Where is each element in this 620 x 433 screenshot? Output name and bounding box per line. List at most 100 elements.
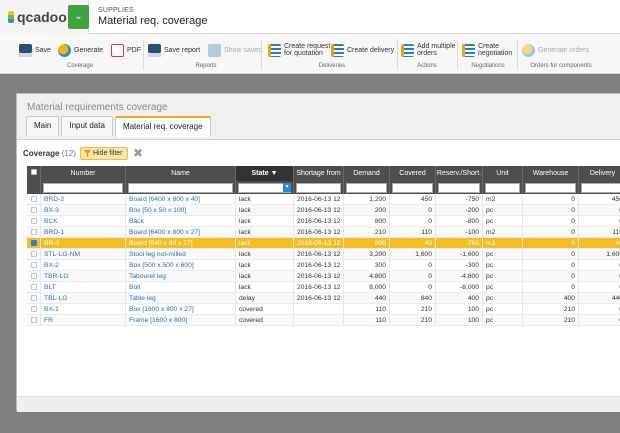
row-checkbox-cell[interactable] [27, 216, 41, 226]
row-number-link[interactable]: BRD-2 [41, 194, 126, 204]
row-name-link[interactable]: Board [6400 x 800 x 27] [126, 227, 236, 237]
table-row[interactable]: BX-1 Box [1600 x 800 x 27] covered 110 210 10… [27, 304, 620, 315]
row-checkbox[interactable] [30, 284, 37, 290]
row-number-link[interactable]: BX-1 [41, 304, 126, 314]
row-checkbox[interactable] [30, 273, 37, 279]
column-header-covered[interactable]: Covered [390, 166, 436, 181]
row-checkbox[interactable] [30, 251, 37, 257]
table-row[interactable]: TBL-LG Table leg delay 2016-06-13 12 440 840 4… [27, 293, 620, 304]
save-report-button[interactable]: Save report [148, 42, 200, 58]
row-checkbox-cell[interactable] [27, 238, 41, 248]
filter-number-input[interactable] [43, 183, 123, 193]
row-name-link[interactable]: Board [6400 x 800 x 40] [126, 194, 236, 204]
menu-toggle-button[interactable]: ⌄ [68, 5, 89, 29]
column-header-number[interactable]: Number [41, 166, 126, 181]
row-number-link[interactable]: TBR-LG [41, 271, 126, 281]
table-row[interactable]: BRD-1 Board [6400 x 800 x 27] lack 2016-06-… [27, 227, 620, 238]
select-all-cell[interactable] [27, 166, 41, 181]
row-checkbox[interactable] [30, 207, 37, 213]
table-row[interactable]: BR-3 Board [640 x 80 x 27] lack 2016-06-13 … [27, 238, 620, 249]
row-number-link[interactable]: FR [41, 315, 126, 325]
row-checkbox[interactable] [30, 295, 37, 301]
row-number-link[interactable]: BRD-1 [41, 227, 126, 237]
row-name-link[interactable]: Table leg [126, 293, 236, 303]
filter-covered-input[interactable] [392, 183, 433, 193]
row-checkbox-cell[interactable] [27, 304, 41, 314]
row-name-link[interactable]: Board [640 x 80 x 27] [126, 238, 236, 248]
row-number-link[interactable]: BCK [41, 216, 126, 226]
select-arrow-icon[interactable]: ▾ [283, 183, 291, 192]
table-row[interactable]: BX-2 Box [500 x 500 x 600] lack 2016-06-13 … [27, 260, 620, 271]
row-checkbox-cell[interactable] [27, 227, 41, 237]
row-checkbox-cell[interactable] [27, 293, 41, 303]
row-checkbox[interactable] [30, 240, 37, 246]
row-checkbox-cell[interactable] [27, 315, 41, 325]
row-checkbox-cell[interactable] [27, 271, 41, 281]
row-checkbox[interactable] [30, 196, 37, 202]
row-checkbox-cell[interactable] [27, 194, 41, 204]
row-name-link[interactable]: Tabouret leg [126, 271, 236, 281]
row-name-link[interactable]: Back [126, 216, 236, 226]
row-checkbox[interactable] [30, 218, 37, 224]
coverage-window: Material requirements coverage Main Inpu… [16, 93, 620, 412]
row-checkbox-cell[interactable] [27, 260, 41, 270]
filter-demand-input[interactable] [346, 183, 387, 193]
row-number-link[interactable]: BX-3 [41, 205, 126, 215]
column-header-warehouse[interactable]: Warehouse [523, 166, 579, 181]
filter-shortage-input[interactable] [296, 183, 341, 193]
filter-name-input[interactable] [128, 183, 233, 193]
row-number-link[interactable]: TBL-LG [41, 293, 126, 303]
create-delivery-button[interactable]: Create delivery [331, 42, 394, 58]
column-header-demand[interactable]: Demand [344, 166, 390, 181]
tab-main[interactable]: Main [26, 116, 60, 136]
row-name-link[interactable]: Box [1600 x 800 x 27] [126, 304, 236, 314]
table-row[interactable]: BCKBacklack2016-06-13 128000-800pc00 [27, 216, 620, 227]
pdf-button[interactable]: PDF [111, 42, 141, 58]
table-row[interactable]: STL-LG-NM Stool leg not-milled lack 2016-06… [27, 249, 620, 260]
row-checkbox[interactable] [30, 317, 37, 323]
row-name-link[interactable]: Stool leg not-milled [126, 249, 236, 259]
show-saved-button[interactable]: Show saved [208, 42, 262, 58]
add-multiple-orders-button[interactable]: Add multiple orders [401, 42, 456, 58]
column-header-name[interactable]: Name [126, 166, 236, 181]
row-number-link[interactable]: BX-2 [41, 260, 126, 270]
table-row[interactable]: BLTBoltlack2016-06-13 128,0000-8,000pc00 [27, 282, 620, 293]
row-number-link[interactable]: STL-LG-NM [41, 249, 126, 259]
filter-delivery-input[interactable] [581, 183, 620, 193]
tab-input-data[interactable]: Input data [61, 116, 113, 136]
tab-material-req-coverage[interactable]: Material req. coverage [114, 116, 211, 137]
column-header-unit[interactable]: Unit [483, 166, 523, 181]
row-state: lack [236, 260, 294, 270]
row-checkbox-cell[interactable] [27, 205, 41, 215]
table-row[interactable]: FR Frame [1600 x 800] covered 110 210 100 pc 21… [27, 315, 620, 326]
row-name-link[interactable]: Box [50 x 50 x 100] [126, 205, 236, 215]
row-name-link[interactable]: Frame [1600 x 800] [126, 315, 236, 325]
column-header-shortage-from[interactable]: Shortage from [294, 166, 344, 181]
row-checkbox[interactable] [30, 262, 37, 268]
create-request-button[interactable]: Create request for quotation [268, 42, 330, 58]
row-name-link[interactable]: Bolt [126, 282, 236, 292]
table-row[interactable]: BX-3 Box [50 x 50 x 100] lack 2016-06-13 12… [27, 205, 620, 216]
row-number-link[interactable]: BR-3 [41, 238, 126, 248]
hide-filter-button[interactable]: Hide filter [79, 147, 128, 160]
table-row[interactable]: TBR-LG Tabouret leg lack 2016-06-13 12 4,800… [27, 271, 620, 282]
filter-reserv-input[interactable] [438, 183, 480, 193]
generate-button[interactable]: Generate [58, 42, 103, 58]
row-name-link[interactable]: Box [500 x 500 x 600] [126, 260, 236, 270]
filter-warehouse-input[interactable] [525, 183, 576, 193]
row-checkbox[interactable] [30, 306, 37, 312]
filter-unit-input[interactable] [485, 183, 520, 193]
select-all-checkbox[interactable] [30, 169, 37, 175]
column-header-state[interactable]: State ▼ [236, 166, 294, 181]
generate-orders-button[interactable]: Generate orders [522, 42, 589, 58]
table-row[interactable]: BRD-2 Board [6400 x 800 x 40] lack 2016-06-… [27, 194, 620, 205]
clear-filter-icon[interactable]: ✖ [132, 147, 145, 160]
row-checkbox-cell[interactable] [27, 249, 41, 259]
save-button[interactable]: Save [19, 42, 51, 58]
column-header-delivery[interactable]: Delivery [579, 166, 620, 181]
column-header-reserv-short[interactable]: Reserv./Short. [436, 166, 483, 181]
row-checkbox[interactable] [30, 229, 37, 235]
create-negotiation-button[interactable]: Create negotiation [462, 42, 512, 58]
row-number-link[interactable]: BLT [41, 282, 126, 292]
row-checkbox-cell[interactable] [27, 282, 41, 292]
